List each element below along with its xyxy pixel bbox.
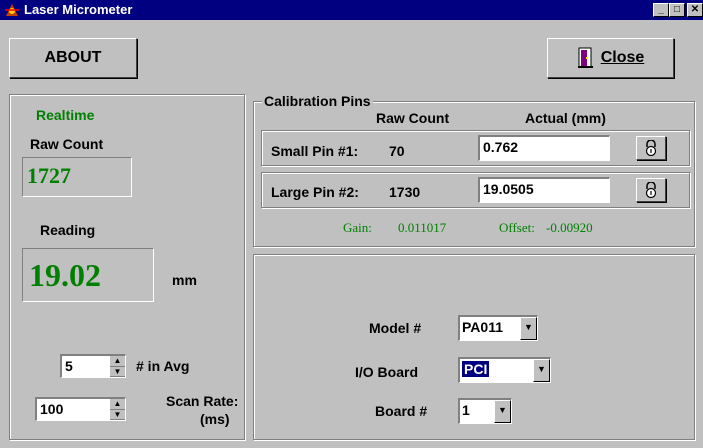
spin-down-icon[interactable]: ▼: [110, 367, 125, 377]
large-pin-lock-button[interactable]: [636, 178, 666, 202]
scan-rate-value: 100: [40, 401, 64, 417]
app-icon: [5, 4, 19, 16]
reading-value: 19.02: [29, 257, 101, 293]
chevron-down-icon[interactable]: ▼: [520, 317, 537, 340]
model-select[interactable]: PA011 ▼: [458, 315, 538, 341]
scan-spin-buttons[interactable]: ▲ ▼: [109, 399, 125, 420]
large-pin-label: Large Pin #2:: [271, 184, 359, 200]
realtime-heading: Realtime: [36, 107, 95, 123]
reading-unit: mm: [172, 272, 197, 288]
small-pin-actual-value: 0.762: [483, 139, 519, 155]
large-pin-actual-input[interactable]: 19.0505: [478, 177, 610, 203]
io-board-select[interactable]: PCI ▼: [458, 357, 551, 383]
close-label: Close: [600, 49, 645, 66]
close-window-button[interactable]: ✕: [687, 3, 703, 17]
lock-icon: [645, 140, 657, 156]
about-button[interactable]: ABOUT: [9, 38, 137, 78]
large-pin-actual-value: 19.0505: [483, 181, 534, 197]
about-label: ABOUT: [44, 49, 102, 66]
board-number-value: 1: [462, 402, 470, 418]
chevron-down-icon[interactable]: ▼: [533, 359, 550, 382]
minimize-icon: _: [658, 4, 664, 15]
model-label: Model #: [369, 320, 422, 336]
io-board-label: I/O Board: [355, 364, 419, 380]
maximize-icon: □: [673, 4, 681, 15]
main-window: Laser Micrometer _ □ ✕ ABOUT Close Realt…: [0, 0, 703, 448]
close-icon: ✕: [690, 4, 700, 15]
small-pin-raw: 70: [389, 143, 405, 159]
col-actual: Actual (mm): [525, 110, 606, 126]
offset-value: -0.00920: [546, 220, 593, 235]
minimize-button[interactable]: _: [653, 3, 669, 17]
small-pin-label: Small Pin #1:: [271, 143, 359, 159]
gain-value: 0.011017: [398, 220, 447, 235]
avg-spin-buttons[interactable]: ▲ ▼: [109, 356, 125, 377]
avg-label: # in Avg: [136, 358, 190, 374]
avg-spinner[interactable]: 5 ▲ ▼: [60, 354, 126, 378]
board-number-label: Board #: [375, 403, 428, 419]
scan-rate-label-2: (ms): [200, 411, 230, 427]
chevron-down-icon[interactable]: ▼: [494, 400, 511, 423]
avg-value: 5: [65, 358, 73, 374]
small-pin-actual-input[interactable]: 0.762: [478, 135, 610, 161]
door-icon: [577, 47, 593, 68]
spin-up-icon[interactable]: ▲: [110, 399, 125, 410]
maximize-button[interactable]: □: [669, 3, 685, 17]
scan-rate-label-1: Scan Rate:: [166, 393, 239, 409]
spin-up-icon[interactable]: ▲: [110, 356, 125, 367]
spin-down-icon[interactable]: ▼: [110, 410, 125, 420]
model-value: PA011: [462, 319, 503, 335]
io-board-value: PCI: [462, 361, 490, 377]
calibration-title: Calibration Pins: [262, 93, 373, 109]
gain-label: Gain:: [343, 220, 372, 235]
raw-count-value: 1727: [27, 163, 71, 188]
close-button[interactable]: Close: [547, 38, 674, 78]
lock-icon: [645, 182, 657, 198]
col-raw-count: Raw Count: [376, 110, 450, 126]
raw-count-label: Raw Count: [30, 136, 104, 152]
window-title: Laser Micrometer: [24, 2, 133, 17]
small-pin-lock-button[interactable]: [636, 136, 666, 160]
reading-display: 19.02: [22, 248, 154, 302]
raw-count-display: 1727: [22, 157, 132, 197]
offset-label: Offset:: [499, 220, 535, 235]
title-bar[interactable]: Laser Micrometer _ □ ✕: [0, 0, 703, 20]
reading-label: Reading: [40, 222, 96, 238]
scan-rate-spinner[interactable]: 100 ▲ ▼: [35, 397, 126, 421]
large-pin-raw: 1730: [389, 184, 421, 200]
board-number-select[interactable]: 1 ▼: [458, 398, 512, 424]
